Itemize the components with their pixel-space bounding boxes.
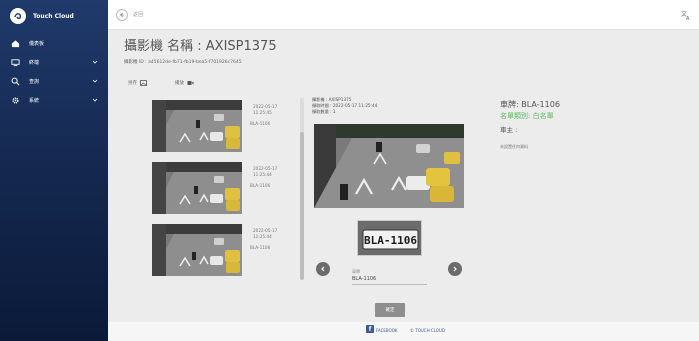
gear-icon bbox=[10, 96, 20, 106]
capture-image[interactable] bbox=[314, 124, 464, 208]
back-label[interactable]: 返回 bbox=[133, 11, 143, 18]
event-plate: BLA-1106 bbox=[250, 121, 271, 126]
event-timestamp: 2022-05-17 11:25:45 bbox=[253, 104, 278, 115]
list-item[interactable]: 2022-05-17 11:25:44 BLA-1106 bbox=[150, 162, 300, 214]
sidebar: Touch Cloud 儀表板 終端 查詢 系統 bbox=[0, 0, 108, 341]
save-button[interactable]: 另存 bbox=[128, 80, 147, 86]
arrow-left-icon bbox=[119, 12, 124, 18]
vehicle-owner: 車主 : bbox=[500, 126, 518, 134]
footer bbox=[108, 322, 699, 341]
touch-cloud-link[interactable]: © TOUCH CLOUD bbox=[410, 328, 445, 333]
owner-note: 未設置任何資料 bbox=[500, 144, 528, 149]
scrollbar-thumb[interactable] bbox=[300, 132, 304, 280]
facebook-link[interactable]: FACEBOOK bbox=[376, 328, 398, 333]
detail-info: 攝影機 : AXISP1375 擷取時間 : 2022-05-17 11:25:… bbox=[312, 97, 377, 115]
sidebar-nav: 儀表板 終端 查詢 系統 bbox=[0, 34, 108, 110]
list-type: 名單類別: 白名單 bbox=[500, 112, 554, 120]
sidebar-item-label: 查詢 bbox=[29, 79, 40, 85]
sidebar-item-label: 終端 bbox=[29, 60, 40, 66]
plate-crop-text: BLA-1106 bbox=[364, 234, 417, 247]
chevron-right-icon bbox=[453, 266, 457, 272]
play-button[interactable]: 播放 bbox=[175, 80, 194, 86]
event-plate: BLA-1106 bbox=[250, 183, 271, 188]
event-thumbnail[interactable] bbox=[152, 224, 242, 276]
sidebar-item-system[interactable]: 系統 bbox=[0, 91, 108, 110]
list-item[interactable]: 2022-05-17 11:25:45 BLA-1106 bbox=[150, 100, 300, 152]
facebook-icon[interactable]: f bbox=[366, 325, 374, 333]
back-button[interactable] bbox=[116, 9, 128, 21]
detail-count: 擷取數量 : 1 bbox=[312, 109, 336, 114]
vehicle-plate: 車牌: BLA-1106 bbox=[500, 100, 560, 109]
dashboard-icon bbox=[10, 39, 20, 49]
event-thumbnail[interactable] bbox=[152, 162, 242, 214]
event-list-scrollbar[interactable] bbox=[300, 98, 304, 280]
translate-icon[interactable]: 文 A bbox=[681, 10, 691, 20]
event-thumbnail[interactable] bbox=[152, 100, 242, 152]
camera-id: 攝影機 ID : a45612de-fb71-fb19-bea5-f701926… bbox=[124, 60, 242, 65]
brand[interactable]: Touch Cloud bbox=[0, 0, 108, 32]
list-item[interactable]: 2022-05-17 11:25:44 BLA-1106 bbox=[150, 224, 300, 276]
chevron-down-icon bbox=[92, 98, 98, 102]
plate-crop-image: BLA-1106 bbox=[357, 220, 422, 256]
search-icon bbox=[10, 77, 20, 87]
image-icon bbox=[140, 80, 147, 86]
chevron-down-icon bbox=[92, 60, 98, 64]
chevron-down-icon bbox=[92, 79, 98, 83]
next-button[interactable] bbox=[448, 262, 462, 276]
brand-name: Touch Cloud bbox=[33, 12, 74, 20]
page-title: 攝影機 名稱 : AXISP1375 bbox=[124, 39, 277, 54]
event-plate: BLA-1106 bbox=[250, 245, 271, 250]
plate-field[interactable]: BLA-1106 bbox=[352, 276, 427, 285]
plate-field-label: 車牌 bbox=[352, 269, 360, 274]
sidebar-item-device[interactable]: 終端 bbox=[0, 53, 108, 72]
event-timestamp: 2022-05-17 11:25:44 bbox=[253, 166, 278, 177]
play-label: 播放 bbox=[175, 81, 184, 86]
sidebar-item-label: 系統 bbox=[29, 98, 40, 104]
device-icon bbox=[10, 58, 20, 68]
chevron-left-icon bbox=[321, 266, 325, 272]
confirm-button[interactable]: 確定 bbox=[375, 303, 405, 317]
vehicle-info: 車牌: BLA-1106 名單類別: 白名單 車主 : 未設置任何資料 bbox=[500, 99, 560, 150]
sidebar-item-search[interactable]: 查詢 bbox=[0, 72, 108, 91]
video-icon bbox=[187, 81, 194, 85]
sidebar-item-label: 儀表板 bbox=[29, 41, 45, 47]
svg-text:A: A bbox=[686, 16, 690, 20]
previous-button[interactable] bbox=[316, 262, 330, 276]
save-label: 另存 bbox=[128, 81, 137, 86]
touch-cloud-logo-icon bbox=[10, 8, 26, 24]
sidebar-item-dashboard[interactable]: 儀表板 bbox=[0, 34, 108, 53]
event-timestamp: 2022-05-17 11:25:44 bbox=[253, 228, 278, 239]
top-bar: 返回 文 A bbox=[108, 0, 699, 30]
